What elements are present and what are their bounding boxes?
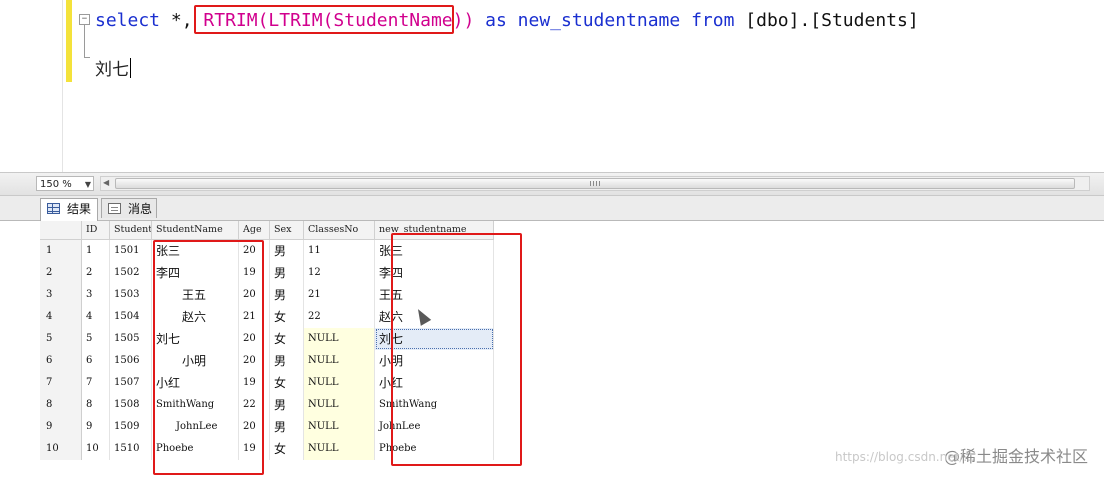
cell-studentno[interactable]: 1503 [110,284,152,306]
tab-messages[interactable]: 消息 [101,198,157,218]
cell-classesno[interactable]: NULL [304,416,375,438]
cell-id[interactable]: 8 [82,394,110,416]
cell-sex[interactable]: 女 [270,328,304,350]
watermark-url: https://blog.csdn.net/... [835,450,975,464]
cell-classesno[interactable]: NULL [304,372,375,394]
annotation-box-function [194,5,454,34]
column-header-age[interactable]: Age [239,221,270,239]
cell-classesno[interactable]: 22 [304,306,375,328]
sql-star: *, [160,10,193,31]
cell-studentno[interactable]: 1505 [110,328,152,350]
row-number-header[interactable] [40,221,82,239]
results-tabs: 结果 消息 [0,196,1104,221]
zoom-bar: 150 % ▼ ◀ [0,172,1104,196]
cell-classesno[interactable]: 21 [304,284,375,306]
row-number[interactable]: 5 [40,328,82,350]
cell-id[interactable]: 10 [82,438,110,460]
scroll-left-icon[interactable]: ◀ [103,178,109,187]
horizontal-scrollbar[interactable]: ◀ [100,176,1090,191]
column-header-studentno[interactable]: StudentNo [110,221,152,239]
cell-studentno[interactable]: 1507 [110,372,152,394]
cell-classesno[interactable]: NULL [304,438,375,460]
scrollbar-thumb[interactable] [115,178,1075,189]
cell-studentno[interactable]: 1501 [110,240,152,262]
fold-guide-end [84,57,90,58]
cell-classesno[interactable]: NULL [304,394,375,416]
sql-keyword-select: select [95,10,161,31]
annotation-box-new-studentname [391,233,522,466]
cell-sex[interactable]: 女 [270,306,304,328]
cell-sex[interactable]: 男 [270,394,304,416]
cell-studentno[interactable]: 1504 [110,306,152,328]
query-editor[interactable]: − select *, RTRIM(LTRIM(StudentName)) as… [0,0,1104,172]
tab-messages-label: 消息 [128,202,153,216]
annotation-box-studentname [153,240,264,475]
zoom-select[interactable]: 150 % ▼ [36,176,94,191]
row-number[interactable]: 7 [40,372,82,394]
column-header-studentname[interactable]: StudentName [152,221,239,239]
row-number[interactable]: 4 [40,306,82,328]
cell-id[interactable]: 5 [82,328,110,350]
change-marker [66,0,72,82]
grid-icon [47,203,60,214]
fold-guide [84,25,85,57]
cell-sex[interactable]: 男 [270,262,304,284]
cell-sex[interactable]: 男 [270,416,304,438]
cell-id[interactable]: 7 [82,372,110,394]
editor-gutter [62,0,63,172]
cell-studentno[interactable]: 1506 [110,350,152,372]
row-number[interactable]: 1 [40,240,82,262]
collapse-icon[interactable]: − [79,14,90,25]
sql-line-2-text: 刘七 [95,60,129,80]
tab-results-label: 结果 [67,202,92,216]
row-number[interactable]: 3 [40,284,82,306]
row-number[interactable]: 6 [40,350,82,372]
row-number[interactable]: 10 [40,438,82,460]
column-header-id[interactable]: ID [82,221,110,239]
cell-classesno[interactable]: 11 [304,240,375,262]
cell-studentno[interactable]: 1502 [110,262,152,284]
tab-results[interactable]: 结果 [40,198,98,221]
row-number[interactable]: 2 [40,262,82,284]
column-header-classesno[interactable]: ClassesNo [304,221,375,239]
cell-sex[interactable]: 男 [270,284,304,306]
chevron-down-icon[interactable]: ▼ [85,177,91,192]
cell-sex[interactable]: 男 [270,350,304,372]
cell-classesno[interactable]: 12 [304,262,375,284]
sql-alias: as new_studentname [474,10,692,31]
cell-id[interactable]: 2 [82,262,110,284]
sql-keyword-from: from [691,10,735,31]
cell-sex[interactable]: 女 [270,372,304,394]
cell-studentno[interactable]: 1509 [110,416,152,438]
sql-line-2[interactable]: 刘七 [95,58,131,82]
column-header-sex[interactable]: Sex [270,221,304,239]
zoom-value: 150 % [40,179,72,190]
cell-sex[interactable]: 女 [270,438,304,460]
text-caret [130,58,131,78]
cell-id[interactable]: 4 [82,306,110,328]
cell-studentno[interactable]: 1508 [110,394,152,416]
row-number[interactable]: 8 [40,394,82,416]
message-icon [108,203,121,214]
row-number[interactable]: 9 [40,416,82,438]
cell-id[interactable]: 3 [82,284,110,306]
cell-id[interactable]: 6 [82,350,110,372]
cell-studentno[interactable]: 1510 [110,438,152,460]
cell-classesno[interactable]: NULL [304,328,375,350]
cell-sex[interactable]: 男 [270,240,304,262]
cell-id[interactable]: 9 [82,416,110,438]
sql-table-name: [dbo].[Students] [734,10,919,31]
cell-id[interactable]: 1 [82,240,110,262]
cell-classesno[interactable]: NULL [304,350,375,372]
grip-icon [590,181,600,186]
